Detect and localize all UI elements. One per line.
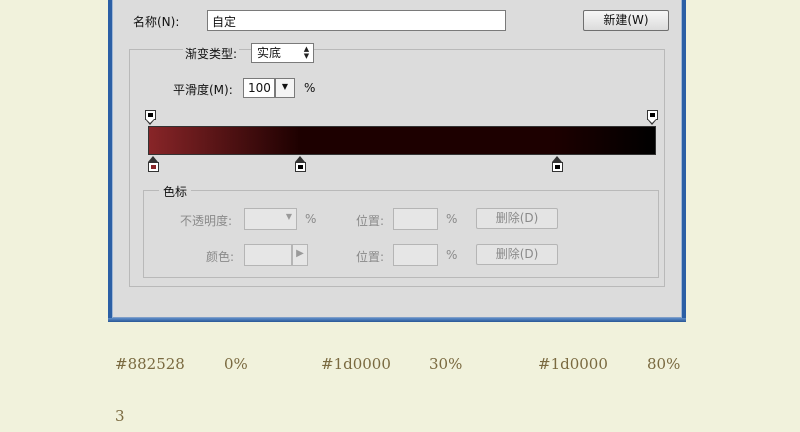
legend-pos-1: 0% [224,355,248,373]
color-stop-80[interactable] [552,156,563,173]
footer-number: 3 [115,407,125,425]
chevron-down-icon: ▼ [281,82,289,91]
legend-color-3: #1d0000 [538,355,608,373]
legend-pos-2: 30% [429,355,463,373]
color-swatch[interactable] [244,244,292,266]
color-stops-group-label: 色标 [159,183,192,200]
color-stop-0[interactable] [148,156,159,173]
gradient-editor-window: 名称(N): 自定 新建(W) 渐变类型: 实底 ▲ ▼ 平滑度(M): 100 … [108,0,686,322]
location-unit: % [446,212,458,226]
legend-color-2: #1d0000 [321,355,391,373]
new-button[interactable]: 新建(W) [583,10,669,31]
color-stop-square [295,162,306,172]
location-input[interactable] [393,208,438,230]
location-input-2[interactable] [393,244,438,266]
opacity-stop-pointer-icon [647,119,657,125]
legend-pos-3: 80% [647,355,681,373]
color-label: 颜色: [206,250,235,264]
opacity-input[interactable]: ▼ [244,208,297,230]
dialog-body: 名称(N): 自定 新建(W) 渐变类型: 实底 ▲ ▼ 平滑度(M): 100 … [112,0,682,318]
chevron-down-icon: ▼ [285,212,292,221]
smoothness-input[interactable]: 100 [243,78,275,98]
opacity-unit: % [305,212,317,226]
smoothness-unit: % [304,81,316,95]
location-unit-2: % [446,248,458,262]
delete-button-2[interactable]: 删除(D) [476,244,558,265]
gradient-type-value: 实底 [257,46,282,60]
opacity-stop-pointer-icon [145,119,155,125]
opacity-stop-left[interactable] [145,110,156,127]
gradient-type-select[interactable]: 实底 ▲ ▼ [251,43,314,63]
legend-color-1: #882528 [115,355,185,373]
color-stop-30[interactable] [295,156,306,173]
opacity-stop-right[interactable] [647,110,658,127]
smoothness-dropdown-button[interactable]: ▼ [275,78,295,98]
gradient-preview-bar[interactable] [148,126,656,155]
location-label: 位置: [356,214,385,228]
window-bottom-border [108,318,686,322]
name-input[interactable]: 自定 [207,10,506,31]
color-picker-button[interactable]: ▶ [292,244,308,266]
play-right-icon: ▶ [296,248,304,259]
name-label: 名称(N): [133,15,180,29]
delete-button[interactable]: 删除(D) [476,208,558,229]
color-stop-square [552,162,563,172]
location-label-2: 位置: [356,250,385,264]
smoothness-label: 平滑度(M): [173,83,233,97]
color-stop-square [148,162,159,172]
gradient-type-label: 渐变类型: [183,45,240,62]
updown-arrows-icon: ▲ ▼ [303,45,310,60]
opacity-label: 不透明度: [180,214,233,228]
